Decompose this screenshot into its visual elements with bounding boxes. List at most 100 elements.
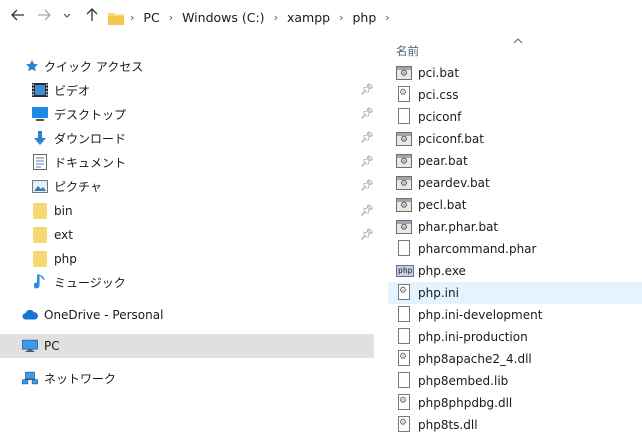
nav-item-label: デスクトップ xyxy=(54,107,127,122)
file-row[interactable]: pci.bat xyxy=(388,62,642,84)
nav-item-video[interactable]: ビデオ 📌︎ xyxy=(0,78,374,102)
nav-item-label: ピクチャ xyxy=(54,179,102,194)
pin-icon[interactable]: 📌︎ xyxy=(360,156,374,168)
batch-file-icon xyxy=(396,64,412,82)
breadcrumb-xampp[interactable]: xampp xyxy=(287,10,330,25)
download-icon xyxy=(32,130,48,146)
file-list: 名前 pci.bat pci.css pciconf pciconf.bat pear.… xyxy=(382,36,642,432)
breadcrumb-php[interactable]: php xyxy=(352,10,376,25)
file-name: pecl.bat xyxy=(418,198,467,212)
file-name: phar.phar.bat xyxy=(418,220,499,234)
folder-icon xyxy=(32,227,48,243)
file-row[interactable]: peardev.bat xyxy=(388,172,642,194)
computer-icon xyxy=(22,338,38,354)
file-icon xyxy=(396,372,412,390)
nav-item-downloads[interactable]: ダウンロード 📌︎ xyxy=(0,126,374,150)
nav-quick-access[interactable]: クイック アクセス xyxy=(0,54,374,78)
breadcrumb-separator-icon[interactable]: › xyxy=(385,11,389,24)
file-row[interactable]: php php.exe xyxy=(388,260,642,282)
file-row[interactable]: pci.css xyxy=(388,84,642,106)
video-icon xyxy=(32,82,48,98)
batch-file-icon xyxy=(396,130,412,148)
file-row[interactable]: php.ini-development xyxy=(388,304,642,326)
nav-network[interactable]: ネットワーク xyxy=(0,366,374,390)
nav-item-label: ext xyxy=(54,228,73,242)
cloud-icon xyxy=(22,307,38,323)
music-icon xyxy=(32,274,48,290)
pin-icon[interactable]: 📌︎ xyxy=(360,180,374,192)
folder-icon xyxy=(108,11,124,25)
sort-chevron-up-icon[interactable] xyxy=(512,36,524,49)
file-row[interactable]: php8ts.dll xyxy=(388,414,642,436)
file-row[interactable]: phar.phar.bat xyxy=(388,216,642,238)
file-row[interactable]: pear.bat xyxy=(388,150,642,172)
batch-file-icon xyxy=(396,174,412,192)
file-name: pci.css xyxy=(418,88,459,102)
nav-item-label: ミュージック xyxy=(54,275,126,290)
settings-file-icon xyxy=(396,394,412,412)
file-name: peardev.bat xyxy=(418,176,490,190)
forward-arrow-icon[interactable] xyxy=(34,7,54,27)
breadcrumb-separator-icon: › xyxy=(273,10,278,24)
nav-onedrive[interactable]: OneDrive - Personal xyxy=(0,303,374,327)
file-name: php8ts.dll xyxy=(418,418,478,432)
nav-item-documents[interactable]: ドキュメント 📌︎ xyxy=(0,150,374,174)
file-icon xyxy=(396,306,412,324)
nav-item-label: bin xyxy=(54,204,73,218)
file-name: php8embed.lib xyxy=(418,374,509,388)
nav-item-label: ドキュメント xyxy=(54,155,127,170)
folder-icon xyxy=(32,251,48,267)
file-row[interactable]: pecl.bat xyxy=(388,194,642,216)
breadcrumb-pc[interactable]: PC xyxy=(143,10,159,25)
nav-item-bin[interactable]: bin 📌︎ xyxy=(0,199,374,223)
nav-item-label: php xyxy=(54,252,77,266)
file-name: php.ini xyxy=(418,286,459,300)
file-name: pciconf.bat xyxy=(418,132,484,146)
file-name: php8phpdbg.dll xyxy=(418,396,513,410)
nav-item-ext[interactable]: ext 📌︎ xyxy=(0,223,374,247)
file-row[interactable]: pciconf.bat xyxy=(388,128,642,150)
file-name: php8apache2_4.dll xyxy=(418,352,532,366)
batch-file-icon xyxy=(396,152,412,170)
column-header-name[interactable]: 名前 xyxy=(396,43,419,59)
address-bar[interactable]: › PC › Windows (C:) › xampp › php › xyxy=(104,5,642,29)
back-arrow-icon[interactable] xyxy=(8,7,28,27)
up-arrow-icon[interactable] xyxy=(82,7,102,27)
desktop-icon xyxy=(32,106,48,122)
pin-icon[interactable]: 📌︎ xyxy=(360,84,374,96)
pin-icon[interactable]: 📌︎ xyxy=(360,205,374,217)
address-toolbar: › PC › Windows (C:) › xampp › php › xyxy=(0,0,642,36)
nav-item-pictures[interactable]: ピクチャ 📌︎ xyxy=(0,174,374,198)
nav-item-label: ビデオ xyxy=(54,83,91,98)
nav-pc[interactable]: PC xyxy=(0,334,374,358)
file-name: php.ini-production xyxy=(418,330,528,344)
file-icon xyxy=(396,108,412,126)
navigation-pane: クイック アクセス ビデオ 📌︎ デスクトップ 📌︎ ダウンロード 📌︎ ドキュ… xyxy=(0,48,374,418)
file-row[interactable]: php8embed.lib xyxy=(388,370,642,392)
pin-icon[interactable]: 📌︎ xyxy=(360,132,374,144)
breadcrumb-windows-c[interactable]: Windows (C:) xyxy=(182,10,264,25)
file-row[interactable]: pharcommand.phar xyxy=(388,238,642,260)
file-row[interactable]: php8phpdbg.dll xyxy=(388,392,642,414)
file-row[interactable]: php8apache2_4.dll xyxy=(388,348,642,370)
file-row[interactable]: php.ini xyxy=(388,282,642,304)
file-row[interactable]: php.ini-production xyxy=(388,326,642,348)
nav-item-php[interactable]: php xyxy=(0,247,374,271)
batch-file-icon xyxy=(396,196,412,214)
php-exe-icon: php xyxy=(396,265,415,277)
settings-file-icon xyxy=(396,86,412,104)
file-row[interactable]: pciconf xyxy=(388,106,642,128)
file-name: pciconf xyxy=(418,110,462,124)
nav-item-desktop[interactable]: デスクトップ 📌︎ xyxy=(0,102,374,126)
pin-icon[interactable]: 📌︎ xyxy=(360,229,374,241)
document-icon xyxy=(32,154,48,170)
pin-icon[interactable]: 📌︎ xyxy=(360,108,374,120)
breadcrumb-separator-icon: › xyxy=(168,10,174,24)
nav-quick-access-label: クイック アクセス xyxy=(44,59,144,74)
recent-locations-chevron-icon[interactable] xyxy=(60,7,74,27)
network-icon xyxy=(22,370,38,386)
nav-item-label: ダウンロード xyxy=(54,131,127,146)
nav-item-music[interactable]: ミュージック xyxy=(0,270,374,294)
star-icon xyxy=(24,58,40,74)
file-name: pear.bat xyxy=(418,154,468,168)
